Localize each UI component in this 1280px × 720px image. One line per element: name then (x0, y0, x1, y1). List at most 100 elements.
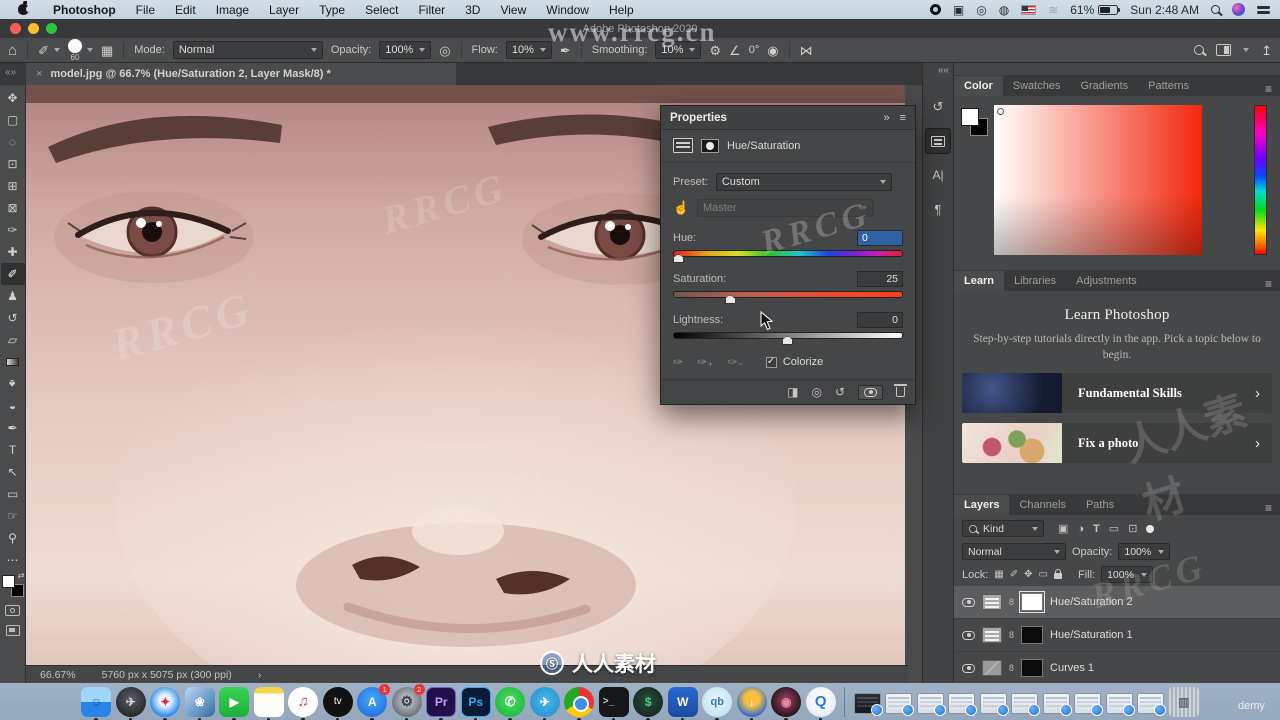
minimized-window-thumbnail[interactable] (1137, 693, 1167, 716)
foreground-color-swatch[interactable] (1, 575, 15, 588)
tab-color[interactable]: Color (954, 76, 1003, 96)
hue-strip[interactable] (1254, 105, 1267, 255)
minimized-window-thumbnail[interactable] (916, 693, 946, 716)
tool-lasso[interactable]: ◌ (1, 131, 25, 153)
menu-help[interactable]: Help (599, 3, 644, 17)
tool-blur[interactable]: ♠ (1, 373, 25, 395)
layer-row-curves-1[interactable]: 8 Curves 1 (954, 652, 1280, 685)
tab-gradients[interactable]: Gradients (1070, 76, 1138, 96)
dock-downloader[interactable]: ↓ (736, 686, 767, 720)
tab-libraries[interactable]: Libraries (1004, 271, 1066, 291)
eyedropper-subtract-icon[interactable]: ✑₋ (727, 355, 743, 369)
minimized-window-thumbnail[interactable] (885, 693, 915, 716)
smoothing-select[interactable]: 10% (655, 41, 702, 59)
tool-type[interactable]: T (1, 439, 25, 461)
tool-marquee[interactable]: ▢ (1, 109, 25, 131)
color-panel-menu-icon[interactable]: ≡ (1265, 82, 1280, 96)
layer-name[interactable]: Hue/Saturation 1 (1050, 629, 1133, 641)
control-center-icon[interactable] (1257, 5, 1270, 14)
tab-learn[interactable]: Learn (954, 271, 1004, 291)
tool-dodge[interactable]: ◒ (1, 395, 25, 417)
lock-position-icon[interactable]: ✥ (1024, 569, 1032, 580)
tab-patterns[interactable]: Patterns (1138, 76, 1199, 96)
dock-notes[interactable] (253, 686, 284, 720)
dock-photos[interactable]: ❀ (184, 686, 215, 720)
brush-preset-picker[interactable]: 60 (67, 38, 82, 62)
lightness-value-input[interactable]: 0 (857, 312, 903, 328)
battery-indicator[interactable]: 61% (1070, 3, 1121, 17)
minimized-window-thumbnail[interactable] (1011, 693, 1041, 716)
tab-adjustments[interactable]: Adjustments (1066, 271, 1147, 291)
filter-toggle-icon[interactable] (1146, 524, 1155, 533)
tool-hand[interactable]: ☞ (1, 505, 25, 527)
dock-chrome[interactable] (564, 686, 595, 720)
filter-smart-objects-icon[interactable]: ⊡ (1128, 522, 1137, 535)
toggle-visibility-icon[interactable] (858, 384, 883, 400)
search-icon[interactable] (1194, 45, 1205, 55)
filter-pixel-layers-icon[interactable]: ▣ (1058, 522, 1068, 535)
lock-artboard-icon[interactable]: ▭ (1039, 569, 1048, 580)
properties-panel-icon[interactable] (925, 128, 951, 154)
eyedropper-sample-icon[interactable]: ✑ (673, 355, 683, 369)
tool-path-selection[interactable]: ↖ (1, 461, 25, 483)
minimized-window-thumbnail[interactable] (853, 693, 883, 716)
dock-launchpad[interactable]: ✈ (115, 686, 146, 720)
tool-crop[interactable]: ⊞ (1, 175, 25, 197)
minimized-window-thumbnail[interactable] (979, 693, 1009, 716)
expand-panels-icon[interactable]: «« (938, 65, 949, 76)
airbrush-icon[interactable]: ✒ (560, 44, 571, 57)
saturation-value-input[interactable]: 25 (857, 271, 903, 287)
menu-photoshop[interactable]: Photoshop (43, 3, 126, 17)
pressure-size-icon[interactable]: ◉ (767, 44, 778, 57)
tool-zoom[interactable]: ⚲ (1, 527, 25, 549)
tool-eraser[interactable]: ▱ (1, 329, 25, 351)
dock-mediaplayer[interactable]: ◉ (771, 686, 802, 720)
dock-quicktime[interactable]: Q (805, 686, 836, 720)
tab-swatches[interactable]: Swatches (1003, 76, 1071, 96)
layer-name[interactable]: Hue/Saturation 2 (1050, 596, 1133, 608)
opacity-select[interactable]: 100% (379, 41, 432, 59)
wifi-icon[interactable]: ≋ (1048, 4, 1058, 16)
minimized-window-thumbnail[interactable] (1042, 693, 1072, 716)
dock-trash[interactable]: ▥ (1168, 686, 1199, 717)
tool-healing-brush[interactable]: ✚ (1, 241, 25, 263)
mask-link-icon[interactable]: 8 (1009, 630, 1014, 640)
tool-move[interactable]: ✥ (1, 87, 25, 109)
tool-clone-stamp[interactable]: ♟ (1, 285, 25, 307)
spotlight-search-icon[interactable] (1211, 5, 1220, 14)
filter-shape-layers-icon[interactable]: ▭ (1109, 522, 1119, 535)
symmetry-icon[interactable]: ⋈ (800, 44, 813, 57)
minimized-window-thumbnail[interactable] (1105, 693, 1135, 716)
layer-fill-select[interactable]: 100% (1101, 566, 1154, 583)
layer-visibility-icon[interactable] (962, 630, 975, 640)
layer-visibility-icon[interactable] (962, 597, 975, 607)
dock-premiere[interactable]: Pr (426, 686, 457, 720)
dock-finder[interactable]: ☺ (81, 686, 112, 720)
colorize-checkbox[interactable] (765, 356, 777, 368)
menu-window[interactable]: Window (536, 3, 599, 17)
paragraph-panel-icon[interactable]: ¶ (925, 196, 951, 222)
menu-filter[interactable]: Filter (408, 3, 455, 17)
dock-terminal[interactable]: >_ (598, 686, 629, 720)
layers-panel-menu-icon[interactable]: ≡ (1265, 501, 1280, 515)
menu-view[interactable]: View (490, 3, 536, 17)
menu-edit[interactable]: Edit (165, 3, 206, 17)
dock-safari[interactable]: ✦ (150, 686, 181, 720)
menu-bar-clock[interactable]: Sun 2:48 AM (1130, 3, 1199, 17)
history-panel-icon[interactable]: ↺ (925, 94, 951, 120)
close-window-button[interactable] (10, 23, 21, 34)
layer-mask-thumbnail[interactable] (1021, 659, 1044, 677)
menu-image[interactable]: Image (206, 3, 259, 17)
filter-type-layers-icon[interactable]: T (1093, 523, 1100, 535)
layer-row-hue-saturation-1[interactable]: 8 Hue/Saturation 1 (954, 619, 1280, 652)
zoom-window-button[interactable] (46, 23, 57, 34)
dock-word[interactable]: W (667, 686, 698, 720)
smoothing-options-gear-icon[interactable]: ⚙ (709, 44, 721, 57)
delete-adjustment-icon[interactable] (894, 384, 907, 397)
learn-card-fundamental-skills[interactable]: Fundamental Skills › (962, 373, 1272, 414)
dock-appstore[interactable]: A1 (357, 683, 391, 720)
dock-whatsapp[interactable]: ✆ (495, 686, 526, 720)
apple-menu-icon[interactable] (18, 1, 31, 15)
adjustment-layer-icon[interactable] (982, 660, 1002, 676)
input-source-flag-icon[interactable] (1021, 4, 1037, 15)
